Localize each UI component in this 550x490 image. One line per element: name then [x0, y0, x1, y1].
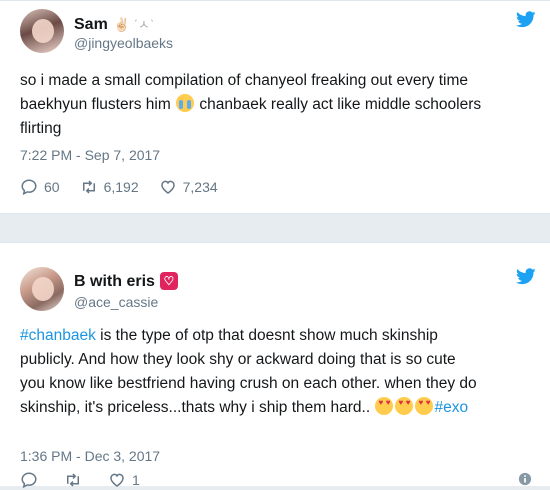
heart-eyes-emoji-icon	[415, 397, 434, 415]
heart-eyes-emoji-icon	[395, 397, 414, 415]
avatar[interactable]	[20, 267, 64, 311]
avatar-face	[32, 19, 54, 43]
heart-eyes-emoji-icon	[375, 397, 394, 415]
twitter-bird-icon[interactable]	[516, 268, 536, 285]
tweet-timestamp[interactable]: 1:36 PM - Dec 3, 2017	[20, 448, 160, 464]
hashtag-link[interactable]: #chanbaek	[20, 327, 96, 344]
display-name-text: B with eris	[74, 273, 155, 290]
tweet-timestamp[interactable]: 7:22 PM - Sep 7, 2017	[20, 147, 160, 163]
tweet-text: #chanbaek is the type of otp that doesnt…	[20, 324, 535, 420]
display-name[interactable]: Sam ✌🏻 ˊㅅˋ	[74, 14, 154, 34]
user-handle[interactable]: @jingyeolbaeks	[74, 35, 173, 51]
tweet-text-line: you know like bestfriend having crush on…	[20, 375, 477, 392]
tweet-text-line: so i made a small compilation of chanyeo…	[20, 72, 468, 89]
tweet-text-line: baekhyun flusters him	[20, 96, 171, 113]
tweet-text-line: chanbaek really act like middle schooler…	[199, 96, 482, 113]
reply-button[interactable]	[20, 471, 44, 489]
name-decoration: ✌🏻 ˊㅅˋ	[113, 17, 155, 32]
hashtag-link[interactable]: #exo	[434, 399, 468, 416]
like-button[interactable]: 7,234	[159, 178, 218, 196]
retweet-count: 6,192	[103, 179, 139, 195]
reply-icon	[21, 179, 37, 196]
reply-icon	[21, 472, 37, 489]
display-name[interactable]: B with eris ♡	[74, 272, 178, 291]
tweet-actions: 60 6,192 7,234	[20, 177, 238, 197]
reply-count: 60	[44, 179, 60, 195]
user-handle[interactable]: @ace_cassie	[74, 294, 158, 310]
tweet-card[interactable]: Sam ✌🏻 ˊㅅˋ @jingyeolbaeks so i made a sma…	[0, 0, 550, 214]
tweet-text-line: publicly. And how they look shy or ackwa…	[20, 351, 456, 368]
like-count: 7,234	[182, 179, 218, 195]
like-button[interactable]: 1	[108, 471, 140, 489]
retweet-icon	[67, 473, 79, 487]
like-icon	[160, 180, 175, 194]
heart-emoji-icon: ♡	[159, 272, 178, 290]
avatar[interactable]	[20, 9, 64, 53]
tweet-card[interactable]: B with eris ♡ @ace_cassie #chanbaek is th…	[0, 242, 550, 489]
info-icon[interactable]	[518, 472, 532, 486]
tweet-text-line: flirting	[20, 120, 62, 137]
retweet-button[interactable]	[64, 471, 88, 489]
retweet-button[interactable]: 6,192	[80, 178, 139, 196]
tweet-text-line: is the type of otp that doesnt show much…	[95, 327, 438, 344]
retweet-icon	[82, 180, 95, 194]
tweet-actions: 1	[20, 470, 160, 490]
display-name-text: Sam	[74, 16, 108, 33]
tweet-text: so i made a small compilation of chanyeo…	[20, 69, 535, 141]
like-icon	[110, 473, 124, 487]
reply-button[interactable]: 60	[20, 178, 60, 196]
twitter-bird-icon[interactable]	[516, 11, 536, 28]
avatar-face	[32, 277, 54, 301]
tweet-text-line: skinship, it's priceless...thats why i s…	[20, 399, 371, 416]
crying-emoji-icon	[176, 94, 195, 112]
